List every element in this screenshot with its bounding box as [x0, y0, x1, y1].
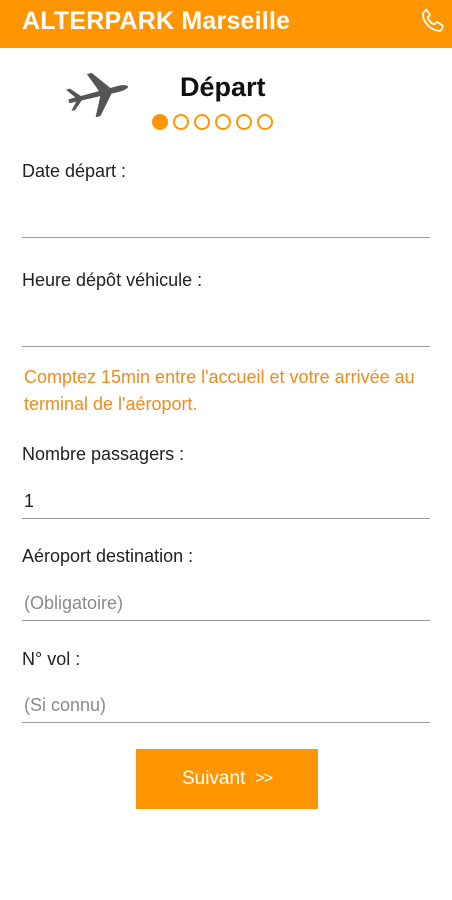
- date-field: Date départ :: [22, 160, 430, 238]
- passengers-label: Nombre passagers :: [22, 444, 185, 464]
- app-title: ALTERPARK Marseille: [22, 7, 291, 35]
- airport-label: Aéroport destination :: [22, 546, 194, 566]
- passengers-input[interactable]: [22, 485, 430, 519]
- step-dot-6: [257, 114, 273, 130]
- step-indicator: [152, 114, 273, 130]
- flight-label: N° vol :: [22, 649, 81, 669]
- step-title: Départ: [180, 72, 266, 102]
- airport-input[interactable]: [22, 587, 430, 621]
- date-input[interactable]: [22, 204, 430, 238]
- airport-field: Aéroport destination :: [22, 545, 430, 621]
- step-header: Départ: [0, 66, 452, 138]
- date-label: Date départ :: [22, 161, 127, 181]
- step-dot-2: [173, 114, 189, 130]
- plane-icon: [62, 68, 134, 120]
- step-dot-5: [236, 114, 252, 130]
- step-dot-3: [194, 114, 210, 130]
- next-button-label: Suivant: [181, 768, 246, 789]
- flight-field: N° vol :: [22, 648, 430, 723]
- step-dot-4: [215, 114, 231, 130]
- passengers-field: Nombre passagers :: [22, 443, 430, 519]
- time-input[interactable]: [22, 313, 430, 347]
- phone-icon[interactable]: [416, 4, 450, 38]
- step-dot-1: [152, 114, 168, 130]
- time-label: Heure dépôt véhicule :: [22, 270, 203, 290]
- arrival-notice: Comptez 15min entre l'accueil et votre a…: [24, 367, 415, 414]
- time-field: Heure dépôt véhicule :: [22, 269, 430, 347]
- next-button[interactable]: Suivant >>: [136, 749, 318, 809]
- flight-input[interactable]: [22, 689, 430, 723]
- double-chevron-right-icon: >>: [255, 770, 273, 787]
- app-header: ALTERPARK Marseille: [0, 0, 452, 48]
